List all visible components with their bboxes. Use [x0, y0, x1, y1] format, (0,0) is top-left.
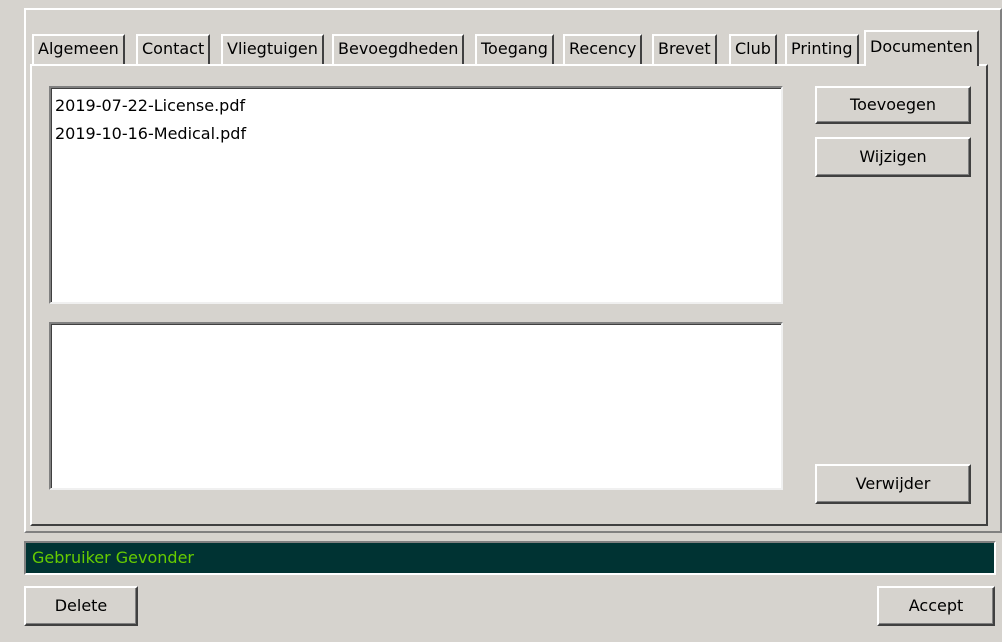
list-item[interactable]: 2019-10-16-Medical.pdf	[55, 120, 777, 148]
list-item[interactable]: 2019-07-22-License.pdf	[55, 92, 777, 120]
tab-brevet[interactable]: Brevet	[652, 34, 717, 64]
remove-document-button[interactable]: Verwijder	[815, 464, 971, 504]
delete-button[interactable]: Delete	[24, 586, 138, 626]
document-list[interactable]: 2019-07-22-License.pdf 2019-10-16-Medica…	[49, 86, 783, 304]
status-bar: Gebruiker Gevonder	[24, 541, 996, 575]
tab-recency[interactable]: Recency	[563, 34, 643, 64]
tab-algemeen[interactable]: Algemeen	[32, 34, 125, 64]
tab-documenten[interactable]: Documenten	[864, 30, 979, 66]
tab-printing[interactable]: Printing	[785, 34, 859, 64]
tab-bevoegdheden[interactable]: Bevoegdheden	[332, 34, 465, 64]
document-detail-box[interactable]	[49, 322, 783, 490]
add-document-button[interactable]: Toevoegen	[815, 86, 971, 124]
tab-vliegtuigen[interactable]: Vliegtuigen	[221, 34, 324, 64]
tab-club[interactable]: Club	[729, 34, 777, 64]
tab-contact[interactable]: Contact	[136, 34, 211, 64]
accept-button[interactable]: Accept	[877, 586, 995, 626]
edit-document-button[interactable]: Wijzigen	[815, 137, 971, 177]
tab-toegang[interactable]: Toegang	[475, 34, 554, 64]
